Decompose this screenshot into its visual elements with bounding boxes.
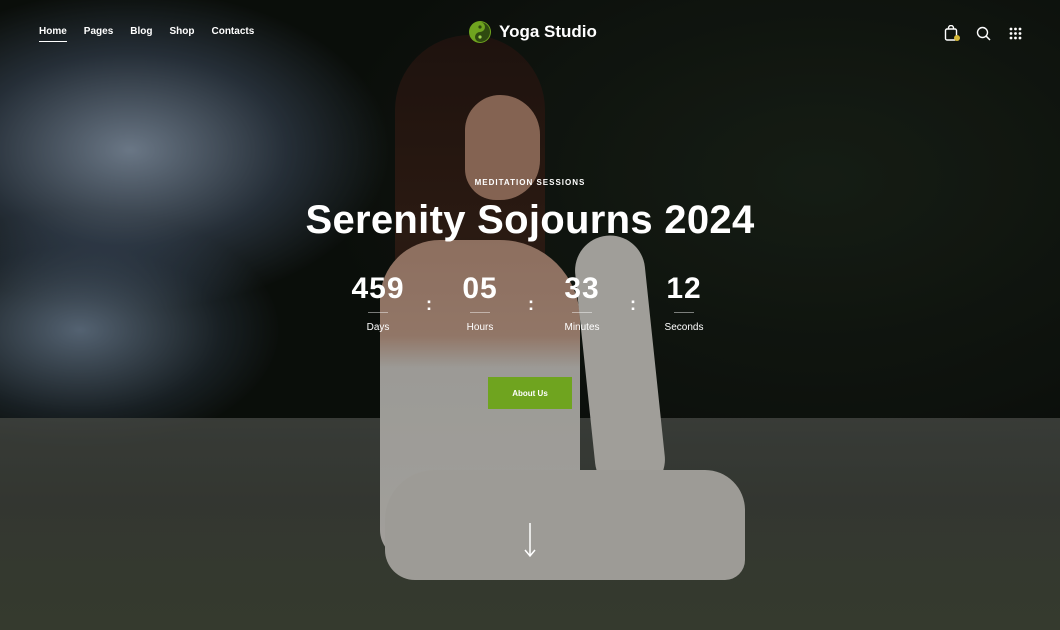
nav-item-home[interactable]: Home [39,26,67,42]
grid-menu-icon [1009,27,1021,39]
search-icon [976,26,991,41]
header-tools [942,24,1024,42]
countdown-hours: 05 Hours [437,272,523,333]
countdown-divider [572,312,592,313]
countdown-minutes-label: Minutes [564,322,600,333]
countdown-days-label: Days [366,322,390,333]
nav-item-contacts[interactable]: Contacts [211,26,254,42]
countdown-hours-label: Hours [466,322,494,333]
site-header: Home Pages Blog Shop Contacts Yoga Studi… [0,0,1060,64]
countdown-divider [674,312,694,313]
cart-button[interactable] [942,24,960,42]
yin-yang-icon [469,21,491,43]
countdown-timer: 459 Days : 05 Hours : 33 Minutes : 12 Se… [335,272,727,352]
grid-menu-button[interactable] [1006,24,1024,42]
countdown-minutes: 33 Minutes [539,272,625,333]
cart-badge [954,35,960,41]
arrow-down-icon[interactable] [522,522,538,558]
main-nav: Home Pages Blog Shop Contacts [39,26,254,42]
nav-item-shop[interactable]: Shop [169,26,194,42]
brand-name: Yoga Studio [499,22,597,41]
countdown-minutes-value: 33 [564,272,600,305]
hero-title: Serenity Sojourns 2024 [305,198,755,242]
hero-content: MEDITATION SESSIONS Serenity Sojourns 20… [0,178,1060,243]
countdown-divider [470,312,490,313]
countdown-hours-value: 05 [462,272,498,305]
nav-item-blog[interactable]: Blog [130,26,152,42]
countdown-seconds: 12 Seconds [641,272,727,333]
search-button[interactable] [974,24,992,42]
countdown-days: 459 Days [335,272,421,333]
countdown-separator: : [528,294,534,314]
countdown-seconds-label: Seconds [664,322,704,333]
countdown-seconds-value: 12 [666,272,702,305]
countdown-separator: : [630,294,636,314]
countdown-separator: : [426,294,432,314]
about-us-button[interactable]: About Us [488,377,572,409]
countdown-days-value: 459 [351,272,405,305]
hero-eyebrow: MEDITATION SESSIONS [474,178,586,187]
countdown-divider [368,312,388,313]
site-logo[interactable]: Yoga Studio [469,21,597,43]
nav-item-pages[interactable]: Pages [84,26,113,42]
